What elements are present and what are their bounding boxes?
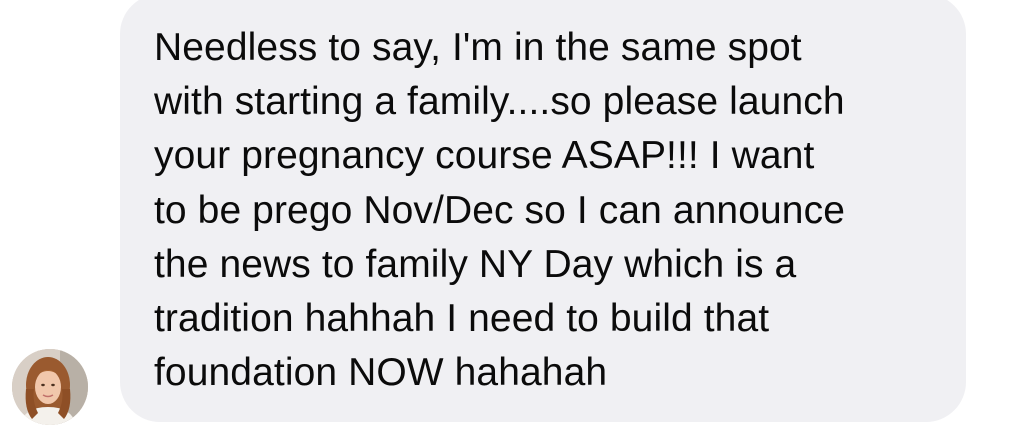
message-thread: Needless to say, I'm in the same spot wi…	[0, 0, 1014, 438]
message-text-line: foundation NOW hahahah	[154, 351, 608, 395]
message-text-line: to be prego Nov/Dec so I can announce	[154, 188, 845, 232]
message-text-line: tradition hahhah I need to build that	[154, 297, 770, 341]
message-text-line: your pregnancy course ASAP!!! I want	[154, 134, 815, 178]
message-text-line: Needless to say, I'm in the same spot	[154, 26, 802, 69]
profile-photo-avatar-icon	[12, 349, 88, 425]
sender-avatar[interactable]	[12, 349, 88, 425]
message-text-line: the news to family NY Day which is a	[154, 242, 797, 286]
received-message-bubble[interactable]: Needless to say, I'm in the same spot wi…	[120, 0, 966, 422]
message-text-line: with starting a family....so please laun…	[154, 80, 845, 124]
